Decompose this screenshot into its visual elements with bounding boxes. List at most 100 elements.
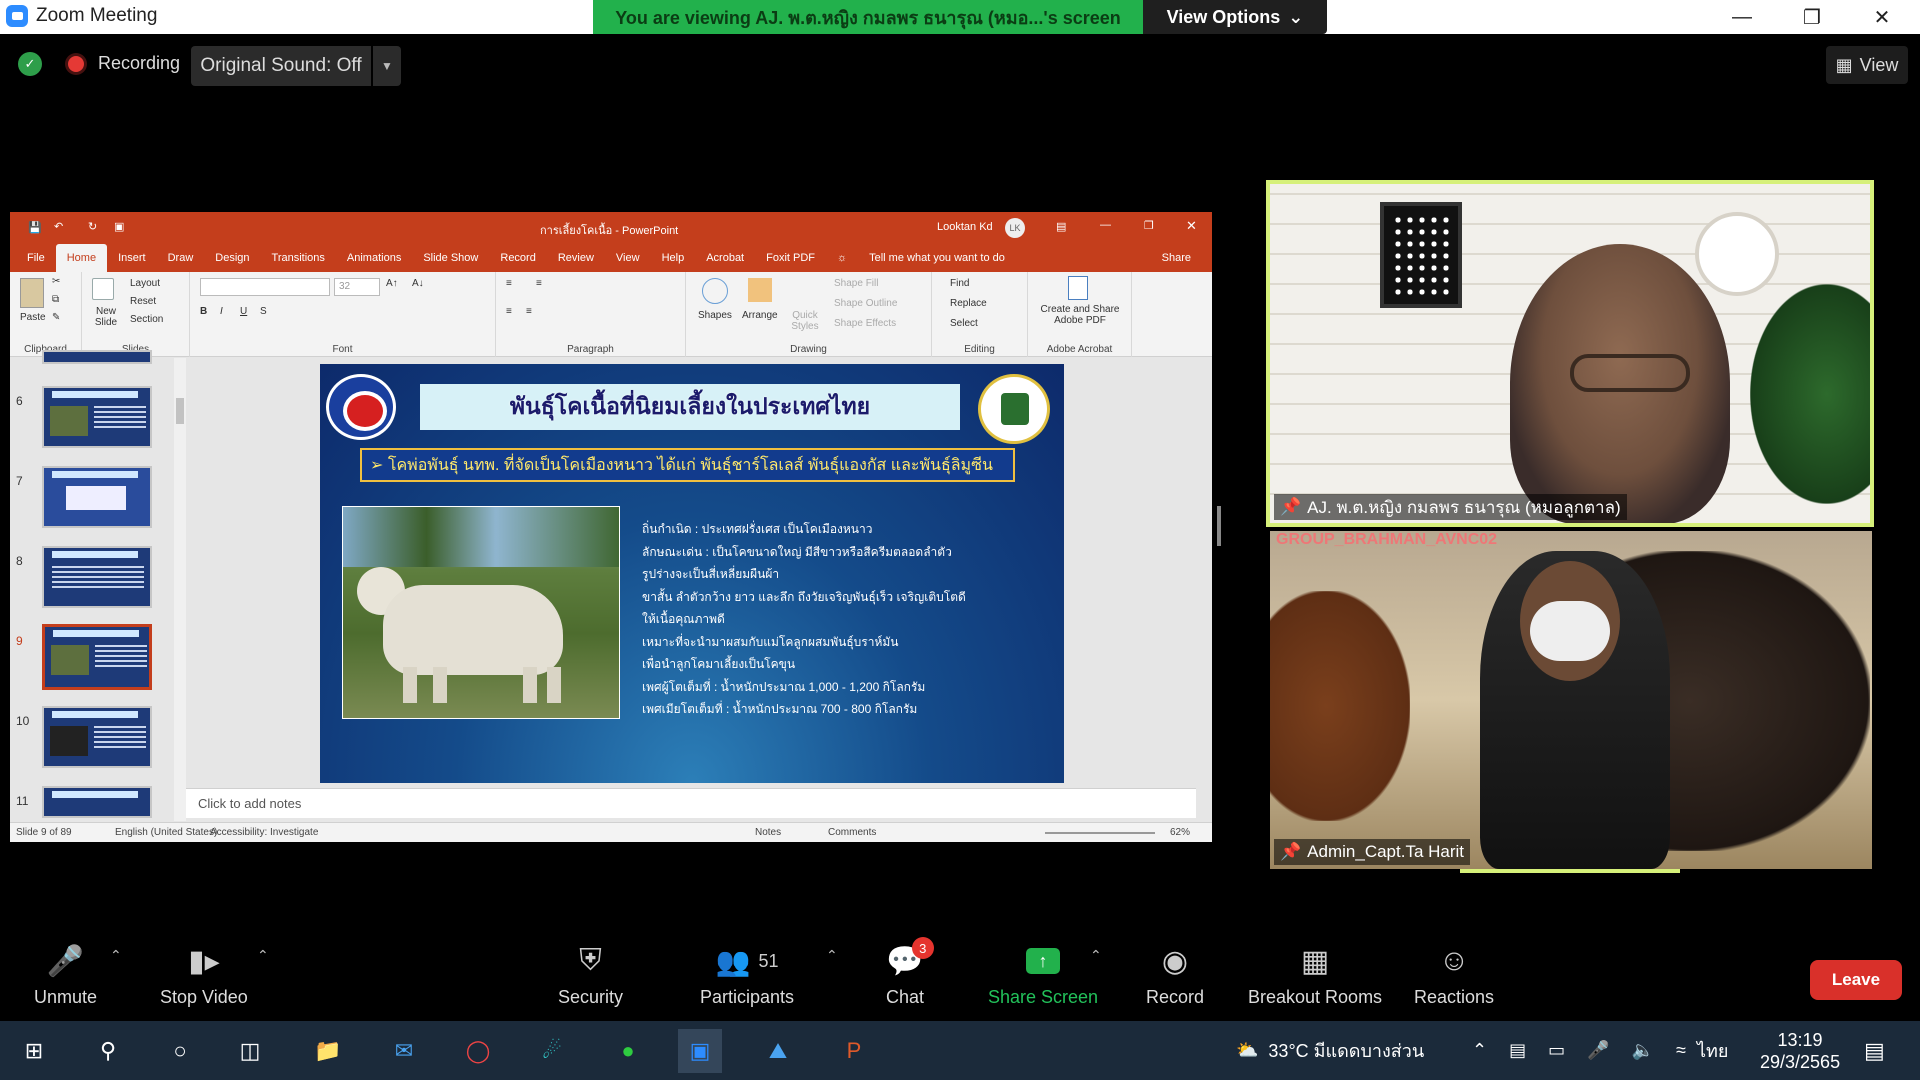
tab-home[interactable]: Home	[55, 244, 108, 272]
font-size-input[interactable]: 32	[334, 278, 380, 296]
notes-toggle[interactable]: Notes	[755, 827, 781, 838]
decrease-font-icon[interactable]: A↓	[412, 278, 424, 289]
tab-design[interactable]: Design	[204, 244, 260, 272]
original-sound-dropdown-icon[interactable]: ▼	[373, 46, 401, 86]
shape-effects-button[interactable]: Shape Effects	[834, 318, 896, 329]
audio-options-caret-icon[interactable]: ⌃	[110, 947, 122, 964]
select-button[interactable]: Select	[950, 318, 978, 329]
notifications-icon[interactable]: ▤	[1864, 1021, 1885, 1080]
tab-foxit-pdf[interactable]: Foxit PDF	[755, 244, 826, 272]
ppt-restore-button[interactable]: ❐	[1144, 219, 1154, 232]
slide-thumbnail-selected[interactable]	[42, 624, 152, 690]
copy-icon[interactable]: ⧉	[52, 294, 59, 305]
present-icon[interactable]: ▣	[114, 220, 124, 233]
underline-icon[interactable]: U	[240, 306, 247, 317]
find-button[interactable]: Find	[950, 278, 969, 289]
slide-thumbnail[interactable]	[42, 786, 152, 818]
tab-record[interactable]: Record	[489, 244, 546, 272]
tab-view[interactable]: View	[605, 244, 651, 272]
file-explorer-icon[interactable]: 📁	[306, 1029, 350, 1073]
chrome-icon[interactable]: ◯	[456, 1029, 500, 1073]
slide-thumbnail[interactable]	[42, 386, 152, 448]
stop-video-button[interactable]: ▮▸ Stop Video	[160, 943, 248, 1008]
battery-icon[interactable]: ▭	[1548, 1040, 1565, 1061]
current-slide[interactable]: พันธุ์โคเนื้อที่นิยมเลี้ยงในประเทศไทย ➢ …	[320, 364, 1064, 783]
tab-insert[interactable]: Insert	[107, 244, 157, 272]
accessibility-status[interactable]: Accessibility: Investigate	[210, 827, 318, 838]
show-hidden-icons-icon[interactable]: ⌃	[1472, 1040, 1487, 1061]
minimize-button[interactable]: —	[1712, 0, 1772, 34]
weather-widget[interactable]: ⛅ 33°C มีแดดบางส่วน	[1236, 1021, 1424, 1080]
zoom-slider[interactable]	[1045, 832, 1155, 834]
edge-icon[interactable]: ☄	[530, 1029, 574, 1073]
breakout-rooms-button[interactable]: ▦ Breakout Rooms	[1248, 943, 1382, 1008]
slide-thumbnail[interactable]	[42, 546, 152, 608]
restore-button[interactable]: ❐	[1782, 0, 1842, 34]
ribbon-display-icon[interactable]: ▤	[1056, 220, 1066, 233]
italic-icon[interactable]: I	[220, 306, 223, 317]
thumbnails-scrollbar[interactable]	[174, 358, 186, 821]
security-button[interactable]: ⛨ Security	[558, 943, 623, 1008]
reset-button[interactable]: Reset	[130, 296, 156, 307]
device-icon[interactable]: ▤	[1509, 1040, 1526, 1061]
quick-styles-label[interactable]: Quick Styles	[790, 310, 820, 332]
shadow-icon[interactable]: S	[260, 306, 267, 317]
windows-start-icon[interactable]: ⊞	[12, 1029, 56, 1073]
pdf-icon[interactable]	[1068, 276, 1088, 300]
section-button[interactable]: Section	[130, 314, 163, 325]
paste-label[interactable]: Paste	[20, 312, 46, 323]
powerpoint-app-icon[interactable]: P	[832, 1029, 876, 1073]
arrange-label[interactable]: Arrange	[742, 310, 778, 321]
tab-animations[interactable]: Animations	[336, 244, 412, 272]
leave-meeting-button[interactable]: Leave	[1810, 960, 1902, 1000]
record-button[interactable]: ◉ Record	[1146, 943, 1204, 1008]
ppt-user-name[interactable]: Looktan Kd	[937, 221, 993, 233]
view-layout-button[interactable]: ▦ View	[1826, 46, 1908, 84]
line-app-icon[interactable]: ●	[606, 1029, 650, 1073]
slide-thumbnail[interactable]	[42, 350, 152, 364]
increase-font-icon[interactable]: A↑	[386, 278, 398, 289]
tab-help[interactable]: Help	[651, 244, 696, 272]
new-slide-icon[interactable]	[92, 278, 114, 300]
tab-transitions[interactable]: Transitions	[261, 244, 336, 272]
zoom-level[interactable]: 62%	[1170, 827, 1190, 838]
new-slide-label[interactable]: New Slide	[88, 306, 124, 328]
ppt-close-button[interactable]: ✕	[1186, 218, 1197, 234]
zoom-app-icon[interactable]: ▣	[678, 1029, 722, 1073]
participants-options-caret-icon[interactable]: ⌃	[826, 947, 838, 964]
mail-icon[interactable]: ✉	[382, 1029, 426, 1073]
task-view-icon[interactable]: ◫	[228, 1029, 272, 1073]
undo-icon[interactable]: ↶	[54, 220, 63, 233]
numbering-icon[interactable]: ≡	[536, 278, 542, 289]
tab-draw[interactable]: Draw	[157, 244, 205, 272]
language-status[interactable]: English (United States)	[115, 827, 217, 838]
cortana-icon[interactable]: ○	[158, 1029, 202, 1073]
participants-button[interactable]: 👥 51 Participants	[700, 943, 794, 1008]
shape-fill-button[interactable]: Shape Fill	[834, 278, 878, 289]
recording-label[interactable]: Recording	[98, 53, 180, 74]
share-button[interactable]: Share	[1151, 244, 1202, 272]
user-avatar[interactable]: LK	[1005, 218, 1025, 238]
format-painter-icon[interactable]: ✎	[52, 312, 60, 323]
create-pdf-button[interactable]: Create and Share Adobe PDF	[1034, 304, 1126, 326]
align-center-icon[interactable]: ≡	[526, 306, 532, 317]
chat-button[interactable]: 💬 3 Chat	[886, 937, 934, 1008]
bullets-icon[interactable]: ≡	[506, 278, 512, 289]
video-tile-presenter[interactable]: 📌 AJ. พ.ต.หญิง กมลพร ธนารุณ (หมอลูกตาล)	[1266, 180, 1874, 527]
unmute-button[interactable]: 🎤 Unmute	[34, 943, 97, 1008]
slide-notes-field[interactable]: Click to add notes	[186, 788, 1196, 818]
redo-icon[interactable]: ↻	[88, 220, 97, 233]
microphone-icon[interactable]: 🎤	[1587, 1040, 1609, 1061]
font-name-input[interactable]	[200, 278, 330, 296]
volume-icon[interactable]: 🔈	[1632, 1040, 1654, 1061]
paste-icon[interactable]	[20, 278, 44, 308]
save-icon[interactable]: 💾	[28, 221, 42, 234]
clock[interactable]: 13:19 29/3/2565	[1760, 1021, 1840, 1080]
tab-review[interactable]: Review	[547, 244, 605, 272]
align-left-icon[interactable]: ≡	[506, 306, 512, 317]
tell-me-search[interactable]: Tell me what you want to do	[858, 244, 1016, 272]
ppt-minimize-button[interactable]: —	[1100, 219, 1111, 231]
view-options-button[interactable]: View Options ⌄	[1143, 0, 1327, 34]
tab-acrobat[interactable]: Acrobat	[695, 244, 755, 272]
split-resize-handle[interactable]	[1217, 506, 1221, 546]
